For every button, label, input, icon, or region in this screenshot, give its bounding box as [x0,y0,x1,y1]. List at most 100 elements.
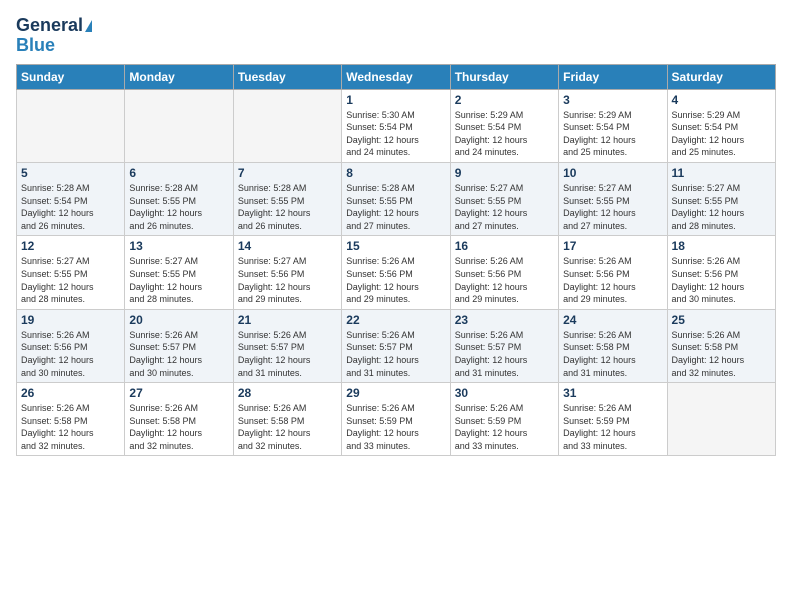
calendar-cell: 30Sunrise: 5:26 AM Sunset: 5:59 PM Dayli… [450,383,558,456]
calendar-cell: 22 Sunrise: 5:26 AM Sunset: 5:57 PM Dayli… [342,309,450,382]
calendar-week-row: 19 Sunrise: 5:26 AM Sunset: 5:56 PM Dayli… [17,309,776,382]
day-header-wednesday: Wednesday [342,64,450,89]
day-info: Sunrise: 5:27 AM Sunset: 5:55 PM Dayligh… [672,182,771,232]
calendar-cell: 19 Sunrise: 5:26 AM Sunset: 5:56 PM Dayli… [17,309,125,382]
day-number: 9 [455,166,554,180]
calendar-cell [125,89,233,162]
calendar-week-row: 26Sunrise: 5:26 AM Sunset: 5:58 PM Dayli… [17,383,776,456]
day-number: 4 [672,93,771,107]
day-info: Sunrise: 5:27 AM Sunset: 5:55 PM Dayligh… [563,182,662,232]
day-header-monday: Monday [125,64,233,89]
day-number: 17 [563,239,662,253]
day-info: Sunrise: 5:26 AM Sunset: 5:56 PM Dayligh… [672,255,771,305]
calendar-cell: 11 Sunrise: 5:27 AM Sunset: 5:55 PM Dayli… [667,162,775,235]
calendar-cell: 16 Sunrise: 5:26 AM Sunset: 5:56 PM Dayli… [450,236,558,309]
day-header-thursday: Thursday [450,64,558,89]
calendar-cell: 12 Sunrise: 5:27 AM Sunset: 5:55 PM Dayli… [17,236,125,309]
day-header-friday: Friday [559,64,667,89]
calendar-cell: 15Sunrise: 5:26 AM Sunset: 5:56 PM Dayli… [342,236,450,309]
calendar-week-row: 1 Sunrise: 5:30 AM Sunset: 5:54 PM Daylig… [17,89,776,162]
logo-text-general: General [16,16,83,36]
day-number: 5 [21,166,120,180]
day-number: 29 [346,386,445,400]
calendar-cell: 4 Sunrise: 5:29 AM Sunset: 5:54 PM Daylig… [667,89,775,162]
day-info: Sunrise: 5:26 AM Sunset: 5:57 PM Dayligh… [346,329,445,379]
day-info: Sunrise: 5:26 AM Sunset: 5:58 PM Dayligh… [129,402,228,452]
day-info: Sunrise: 5:26 AM Sunset: 5:59 PM Dayligh… [563,402,662,452]
day-info: Sunrise: 5:26 AM Sunset: 5:58 PM Dayligh… [238,402,337,452]
day-number: 19 [21,313,120,327]
day-number: 30 [455,386,554,400]
calendar-cell: 18 Sunrise: 5:26 AM Sunset: 5:56 PM Dayli… [667,236,775,309]
day-header-tuesday: Tuesday [233,64,341,89]
day-info: Sunrise: 5:28 AM Sunset: 5:54 PM Dayligh… [21,182,120,232]
calendar-cell: 21 Sunrise: 5:26 AM Sunset: 5:57 PM Dayli… [233,309,341,382]
day-number: 2 [455,93,554,107]
calendar-cell: 17Sunrise: 5:26 AM Sunset: 5:56 PM Dayli… [559,236,667,309]
day-number: 14 [238,239,337,253]
day-number: 21 [238,313,337,327]
calendar-week-row: 12 Sunrise: 5:27 AM Sunset: 5:55 PM Dayli… [17,236,776,309]
calendar-cell: 28 Sunrise: 5:26 AM Sunset: 5:58 PM Dayli… [233,383,341,456]
calendar-cell: 10 Sunrise: 5:27 AM Sunset: 5:55 PM Dayli… [559,162,667,235]
calendar-cell: 1 Sunrise: 5:30 AM Sunset: 5:54 PM Daylig… [342,89,450,162]
calendar-cell: 8Sunrise: 5:28 AM Sunset: 5:55 PM Daylig… [342,162,450,235]
day-info: Sunrise: 5:26 AM Sunset: 5:58 PM Dayligh… [672,329,771,379]
day-info: Sunrise: 5:26 AM Sunset: 5:56 PM Dayligh… [455,255,554,305]
day-number: 1 [346,93,445,107]
calendar-cell: 13Sunrise: 5:27 AM Sunset: 5:55 PM Dayli… [125,236,233,309]
day-number: 11 [672,166,771,180]
day-info: Sunrise: 5:26 AM Sunset: 5:56 PM Dayligh… [21,329,120,379]
logo-triangle-icon [85,20,92,32]
calendar-cell: 20 Sunrise: 5:26 AM Sunset: 5:57 PM Dayli… [125,309,233,382]
day-number: 12 [21,239,120,253]
calendar-cell [667,383,775,456]
logo-text-blue: Blue [16,36,55,56]
day-info: Sunrise: 5:26 AM Sunset: 5:56 PM Dayligh… [346,255,445,305]
day-number: 10 [563,166,662,180]
day-info: Sunrise: 5:26 AM Sunset: 5:58 PM Dayligh… [563,329,662,379]
day-info: Sunrise: 5:28 AM Sunset: 5:55 PM Dayligh… [238,182,337,232]
calendar-cell: 26Sunrise: 5:26 AM Sunset: 5:58 PM Dayli… [17,383,125,456]
day-number: 8 [346,166,445,180]
calendar-table: SundayMondayTuesdayWednesdayThursdayFrid… [16,64,776,457]
day-info: Sunrise: 5:29 AM Sunset: 5:54 PM Dayligh… [563,109,662,159]
calendar-week-row: 5 Sunrise: 5:28 AM Sunset: 5:54 PM Daylig… [17,162,776,235]
day-header-sunday: Sunday [17,64,125,89]
day-number: 27 [129,386,228,400]
day-info: Sunrise: 5:27 AM Sunset: 5:55 PM Dayligh… [455,182,554,232]
calendar-cell: 25 Sunrise: 5:26 AM Sunset: 5:58 PM Dayli… [667,309,775,382]
day-number: 6 [129,166,228,180]
day-info: Sunrise: 5:27 AM Sunset: 5:56 PM Dayligh… [238,255,337,305]
day-info: Sunrise: 5:26 AM Sunset: 5:59 PM Dayligh… [346,402,445,452]
day-info: Sunrise: 5:26 AM Sunset: 5:58 PM Dayligh… [21,402,120,452]
page-header: General Blue [16,16,776,56]
day-number: 25 [672,313,771,327]
day-number: 3 [563,93,662,107]
calendar-cell [233,89,341,162]
day-info: Sunrise: 5:29 AM Sunset: 5:54 PM Dayligh… [672,109,771,159]
day-number: 16 [455,239,554,253]
day-info: Sunrise: 5:26 AM Sunset: 5:57 PM Dayligh… [455,329,554,379]
day-info: Sunrise: 5:26 AM Sunset: 5:57 PM Dayligh… [129,329,228,379]
calendar-cell [17,89,125,162]
day-number: 20 [129,313,228,327]
calendar-cell: 2 Sunrise: 5:29 AM Sunset: 5:54 PM Daylig… [450,89,558,162]
logo: General Blue [16,16,92,56]
day-number: 24 [563,313,662,327]
day-info: Sunrise: 5:27 AM Sunset: 5:55 PM Dayligh… [21,255,120,305]
calendar-cell: 5 Sunrise: 5:28 AM Sunset: 5:54 PM Daylig… [17,162,125,235]
calendar-cell: 29 Sunrise: 5:26 AM Sunset: 5:59 PM Dayli… [342,383,450,456]
calendar-cell: 7 Sunrise: 5:28 AM Sunset: 5:55 PM Daylig… [233,162,341,235]
calendar-cell: 14 Sunrise: 5:27 AM Sunset: 5:56 PM Dayli… [233,236,341,309]
day-info: Sunrise: 5:29 AM Sunset: 5:54 PM Dayligh… [455,109,554,159]
day-number: 18 [672,239,771,253]
day-number: 28 [238,386,337,400]
calendar-header-row: SundayMondayTuesdayWednesdayThursdayFrid… [17,64,776,89]
day-info: Sunrise: 5:28 AM Sunset: 5:55 PM Dayligh… [129,182,228,232]
day-info: Sunrise: 5:26 AM Sunset: 5:57 PM Dayligh… [238,329,337,379]
day-number: 22 [346,313,445,327]
day-number: 7 [238,166,337,180]
day-info: Sunrise: 5:30 AM Sunset: 5:54 PM Dayligh… [346,109,445,159]
calendar-cell: 24 Sunrise: 5:26 AM Sunset: 5:58 PM Dayli… [559,309,667,382]
